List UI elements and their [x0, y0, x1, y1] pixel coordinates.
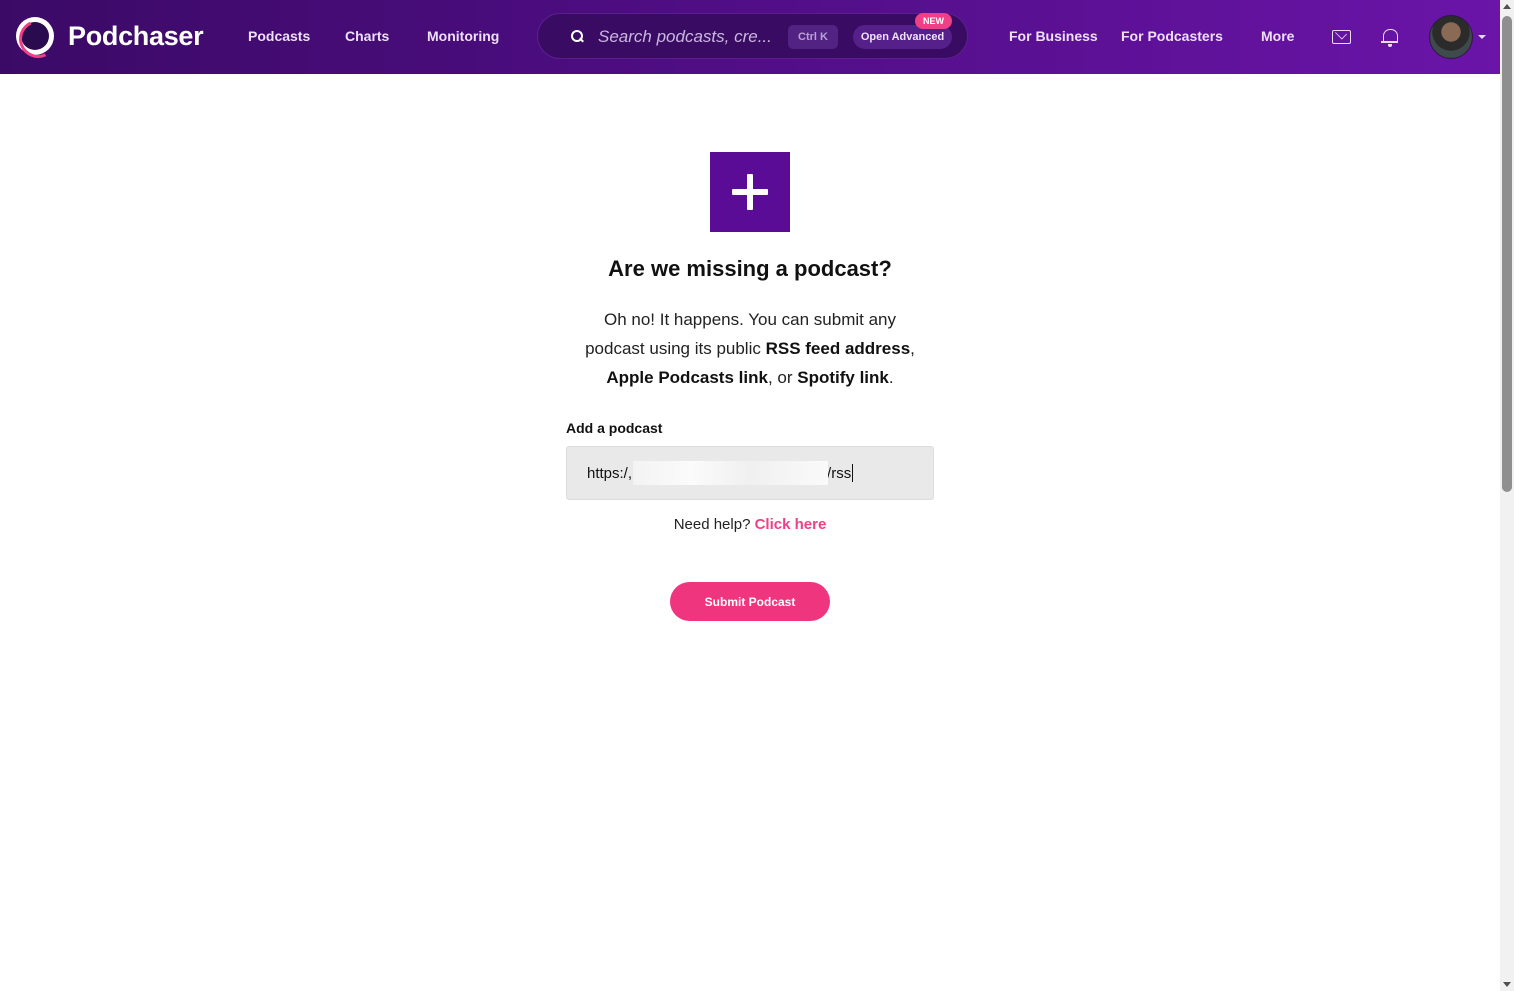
top-navbar: Podchaser Podcasts Charts Monitoring Ctr… [0, 0, 1500, 74]
description-line-3-end: . [888, 368, 894, 387]
submit-podcast-button[interactable]: Submit Podcast [670, 582, 830, 621]
page-description: Oh no! It happens. You can submit any po… [540, 305, 960, 392]
spotify-emphasis: Spotify link [797, 368, 889, 387]
url-value-start: https:/, [587, 464, 633, 482]
chevron-down-icon[interactable] [1478, 35, 1486, 39]
logo-icon [16, 17, 54, 55]
new-badge: NEW [915, 13, 952, 29]
description-line-3-mid: , or [767, 368, 798, 387]
text-caret [852, 464, 854, 482]
description-line-2: podcast using its public [585, 339, 766, 358]
nav-podcasts[interactable]: Podcasts [248, 28, 310, 44]
help-link[interactable]: Click here [755, 516, 827, 533]
plus-icon [710, 152, 790, 232]
nav-charts[interactable]: Charts [345, 28, 389, 44]
bell-icon[interactable] [1379, 26, 1401, 48]
brand-name: Podchaser [68, 20, 204, 51]
nav-for-business[interactable]: For Business [1009, 28, 1098, 44]
add-podcast-label: Add a podcast [566, 420, 663, 436]
podchaser-logo[interactable]: Podchaser [16, 17, 204, 55]
redacted-url-portion [633, 461, 828, 485]
scroll-up-arrow-icon[interactable] [1503, 4, 1511, 9]
mail-icon[interactable] [1330, 26, 1352, 48]
search-input[interactable] [598, 26, 778, 48]
search-bar: Ctrl K Open Advanced NEW [537, 13, 968, 59]
nav-for-podcasters[interactable]: For Podcasters [1121, 28, 1223, 44]
help-text: Need help? [673, 516, 755, 533]
keyboard-shortcut-hint: Ctrl K [788, 25, 838, 49]
avatar[interactable] [1429, 15, 1473, 59]
url-value-end: /rss [827, 464, 852, 482]
description-line-1: Oh no! It happens. You can submit any [603, 310, 897, 329]
scrollbar-thumb[interactable] [1502, 16, 1512, 492]
rss-feed-emphasis: RSS feed address [765, 339, 911, 358]
apple-podcasts-emphasis: Apple Podcasts link [606, 368, 768, 387]
scroll-down-arrow-icon[interactable] [1503, 982, 1511, 987]
nav-monitoring[interactable]: Monitoring [427, 28, 499, 44]
search-icon[interactable] [571, 30, 584, 43]
bell-clapper [1388, 44, 1392, 47]
page-title: Are we missing a podcast? [608, 256, 892, 281]
page-scrollbar[interactable] [1500, 0, 1514, 991]
help-line: Need help? Click here [500, 516, 1000, 533]
description-line-2-end: , [910, 339, 915, 358]
nav-more[interactable]: More [1261, 28, 1294, 44]
